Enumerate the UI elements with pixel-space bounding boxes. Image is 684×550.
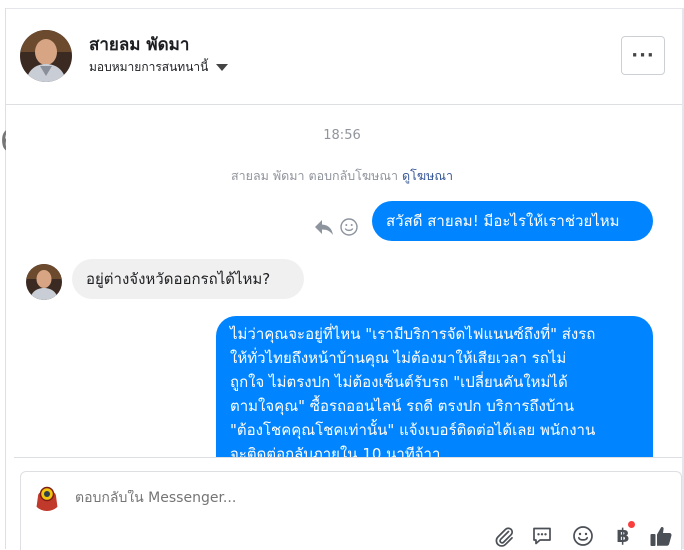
more-icon: ··· — [631, 44, 655, 66]
contact-name[interactable]: สายลม พัดมา — [89, 31, 189, 58]
saved-replies-button[interactable] — [530, 524, 554, 548]
page-avatar — [32, 481, 62, 511]
conversation-header: สายลม พัดมา มอบหมายการสนทนานี้ ··· — [6, 9, 682, 105]
ad-reply-text: สายลม พัดมา ตอบกลับโฆษณา — [231, 168, 399, 183]
like-button[interactable] — [649, 524, 673, 548]
message-viewport: ไม่ว่าคุณจะอยู่ที่ไหน "เรามีบริการจัดไฟแ… — [216, 316, 653, 457]
window-top-edge — [0, 0, 684, 9]
ad-reply-note: สายลม พัดมา ตอบกลับโฆษณา ดูโฆษณา — [0, 166, 684, 186]
message-timestamp: 18:56 — [323, 128, 361, 143]
like-icon — [650, 526, 672, 546]
attachment-button[interactable] — [492, 524, 516, 548]
outgoing-message[interactable]: ไม่ว่าคุณจะอยู่ที่ไหน "เรามีบริการจัดไฟแ… — [216, 316, 653, 457]
assign-conversation-label: มอบหมายการสนทนานี้ — [89, 60, 209, 74]
view-ad-link[interactable]: ดูโฆษณา — [402, 168, 453, 183]
assign-conversation-dropdown[interactable]: มอบหมายการสนทนานี้ — [89, 58, 229, 77]
attachment-icon — [495, 527, 514, 547]
baht-payment-icon: ฿ — [616, 525, 630, 547]
emoji-icon — [573, 526, 593, 546]
saved-replies-icon — [533, 527, 551, 545]
message-composer: ฿ — [20, 471, 682, 550]
contact-avatar-small[interactable] — [26, 264, 62, 300]
notification-dot — [628, 521, 635, 528]
caret-down-icon — [216, 64, 229, 71]
emoji-button[interactable] — [571, 524, 595, 548]
emoji-reaction-icon[interactable] — [340, 218, 358, 236]
incoming-message[interactable]: อยู่ต่างจังหวัดออกรถได้ไหม? — [72, 259, 304, 299]
reply-input[interactable] — [75, 490, 575, 506]
more-options-button[interactable]: ··· — [621, 36, 665, 75]
contact-avatar[interactable] — [20, 30, 72, 82]
composer-divider — [14, 457, 682, 458]
reply-icon[interactable] — [314, 218, 334, 236]
outgoing-message[interactable]: สวัสดี สายลม! มีอะไรให้เราช่วยไหม — [372, 201, 653, 241]
